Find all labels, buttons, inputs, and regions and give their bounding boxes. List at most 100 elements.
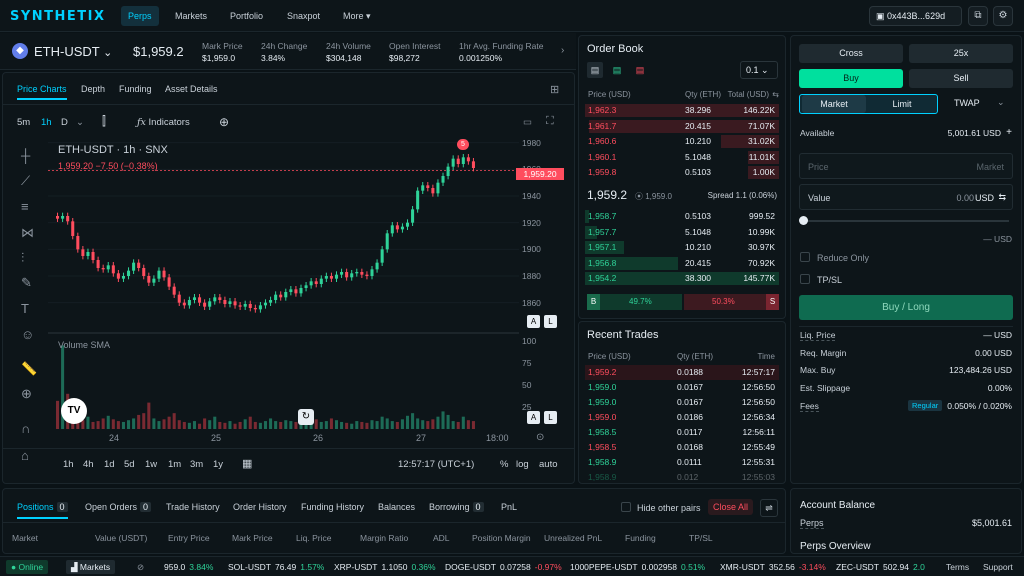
timeframe-1h[interactable]: 1h: [41, 117, 52, 128]
column-header[interactable]: Liq. Price: [296, 533, 331, 543]
nav-perps[interactable]: Perps: [121, 6, 159, 26]
tab-balances[interactable]: Balances: [378, 502, 415, 512]
swap-icon[interactable]: ⇆: [772, 87, 779, 102]
tpsl-checkbox[interactable]: [800, 274, 810, 284]
timeframe-5m[interactable]: 5m: [17, 117, 30, 128]
range-1h[interactable]: 1h: [63, 459, 74, 470]
leverage-button[interactable]: 25x: [909, 44, 1013, 63]
bid-row[interactable]: 1,954.2 38.300 145.77K: [585, 271, 779, 286]
tab-funding-history[interactable]: Funding History: [301, 502, 364, 512]
reset-chart-icon[interactable]: ↻: [298, 409, 314, 425]
chevron-down-icon[interactable]: ⌄: [76, 117, 84, 128]
log-scale-button[interactable]: L: [544, 315, 557, 328]
tab-price-charts[interactable]: Price Charts: [17, 84, 67, 100]
column-header[interactable]: Mark Price: [232, 533, 273, 543]
auto-scale-button[interactable]: A: [527, 315, 540, 328]
range-5d[interactable]: 5d: [124, 459, 135, 470]
time-settings-icon[interactable]: ⊙: [536, 432, 544, 443]
tab-borrowing[interactable]: Borrowing 0: [429, 502, 484, 512]
column-header[interactable]: Position Margin: [472, 533, 531, 543]
book-bids-icon[interactable]: ▤: [609, 62, 625, 78]
markets-button[interactable]: ▟ Markets: [66, 560, 116, 574]
price-chart[interactable]: [48, 136, 519, 436]
support-link[interactable]: Support: [983, 557, 1013, 576]
crosshair-icon[interactable]: ┼: [21, 148, 30, 163]
trend-line-icon[interactable]: ⟋: [21, 173, 30, 189]
ask-row[interactable]: 1,960.6 10.210 31.02K: [585, 134, 779, 149]
text-icon[interactable]: T: [21, 301, 29, 316]
twap-order-tab[interactable]: TWAP: [954, 98, 980, 108]
ask-row[interactable]: 1,962.3 38.296 146.22K: [585, 103, 779, 118]
limit-order-tab[interactable]: Limit: [870, 95, 934, 113]
ticker-item[interactable]: 1000PEPE-USDT 0.002958 0.51%: [570, 557, 705, 576]
lock-icon[interactable]: ⌂: [21, 448, 29, 463]
ticker-item[interactable]: XRP-USDT 1.1050 0.36%: [334, 557, 436, 576]
tick-size-select[interactable]: 0.1 ⌄: [740, 61, 778, 79]
fib-icon[interactable]: ≡: [21, 199, 29, 214]
settings-gear-icon[interactable]: ⚙: [993, 6, 1013, 26]
hide-other-pairs-checkbox[interactable]: [621, 502, 631, 512]
close-all-button[interactable]: Close All: [708, 499, 754, 515]
scale-log[interactable]: log: [516, 459, 529, 470]
value-input[interactable]: Value 0.00 USD ⇆: [799, 184, 1013, 210]
timeframe-d[interactable]: D: [61, 117, 68, 128]
log-scale-button-volume[interactable]: L: [544, 411, 557, 424]
ticker-item[interactable]: ZEC-USDT 502.94 2.0: [836, 557, 925, 576]
nav-more[interactable]: More ▾: [336, 6, 378, 26]
deposit-plus-icon[interactable]: +: [1006, 127, 1012, 138]
reduce-only-checkbox[interactable]: [800, 252, 810, 262]
nav-snaxpot[interactable]: Snaxpot: [280, 6, 327, 26]
bid-row[interactable]: 1,957.7 5.1048 10.99K: [585, 225, 779, 240]
magnet-icon[interactable]: ∩: [21, 421, 30, 436]
filter-icon[interactable]: ⇌: [760, 499, 778, 517]
scroll-right-icon[interactable]: ›: [561, 45, 564, 56]
price-input[interactable]: Price Market: [799, 153, 1013, 179]
book-both-icon[interactable]: ▤: [587, 62, 603, 78]
size-slider-handle[interactable]: [799, 216, 808, 225]
tab-open-orders[interactable]: Open Orders 0: [85, 502, 152, 512]
nav-portfolio[interactable]: Portfolio: [223, 6, 270, 26]
marker-badge[interactable]: 5: [457, 139, 469, 150]
ticker-item[interactable]: XMR-USDT 352.56 -3.14%: [720, 557, 826, 576]
nav-markets[interactable]: Markets: [168, 6, 214, 26]
size-slider-track[interactable]: [803, 220, 1009, 222]
ticker-item[interactable]: SOL-USDT 76.49 1.57%: [228, 557, 324, 576]
column-header[interactable]: Entry Price: [168, 533, 210, 543]
column-header[interactable]: Value (USDT): [95, 533, 147, 543]
emoji-icon[interactable]: ☺: [21, 327, 34, 342]
bid-row[interactable]: 1,956.8 20.415 70.92K: [585, 256, 779, 271]
chevron-down-icon[interactable]: ⌄: [997, 97, 1005, 108]
scale-auto[interactable]: auto: [539, 459, 558, 470]
market-selector[interactable]: ETH-USDT ⌄: [34, 44, 112, 59]
ask-row[interactable]: 1,960.1 5.1048 11.01K: [585, 150, 779, 165]
buy-long-button[interactable]: Buy / Long: [799, 295, 1013, 320]
range-1d[interactable]: 1d: [104, 459, 115, 470]
ticker-item[interactable]: 959.0 3.84%: [160, 557, 213, 576]
terms-link[interactable]: Terms: [946, 557, 969, 576]
projection-icon[interactable]: ⫶: [21, 250, 24, 266]
bid-row[interactable]: 1,958.7 0.5103 999.52: [585, 209, 779, 224]
tab-depth[interactable]: Depth: [81, 84, 105, 94]
bid-row[interactable]: 1,957.1 10.210 30.97K: [585, 240, 779, 255]
tab-funding[interactable]: Funding: [119, 84, 152, 94]
wallet-button[interactable]: ▣ 0x443B...629d: [869, 6, 962, 26]
column-header[interactable]: Funding: [625, 533, 656, 543]
scale-percent[interactable]: %: [500, 459, 508, 470]
market-order-tab[interactable]: Market: [802, 95, 866, 113]
range-3m[interactable]: 3m: [190, 459, 203, 470]
buy-tab[interactable]: Buy: [799, 69, 903, 88]
indicators-button[interactable]: ƒx Indicators: [137, 117, 190, 128]
tab-asset-details[interactable]: Asset Details: [165, 84, 218, 94]
margin-mode-button[interactable]: Cross: [799, 44, 903, 63]
swap-units-icon[interactable]: ⇆: [998, 192, 1006, 203]
range-1y[interactable]: 1y: [213, 459, 223, 470]
candle-type-icon[interactable]: ⫿: [102, 114, 106, 129]
pattern-icon[interactable]: ⋈: [21, 225, 34, 241]
tab-order-history[interactable]: Order History: [233, 502, 287, 512]
camera-icon[interactable]: ▭: [523, 117, 532, 128]
fullscreen-icon[interactable]: ⛶: [546, 115, 554, 128]
sell-tab[interactable]: Sell: [909, 69, 1013, 88]
book-asks-icon[interactable]: ▤: [632, 62, 648, 78]
range-1w[interactable]: 1w: [145, 459, 157, 470]
tab-trade-history[interactable]: Trade History: [166, 502, 220, 512]
